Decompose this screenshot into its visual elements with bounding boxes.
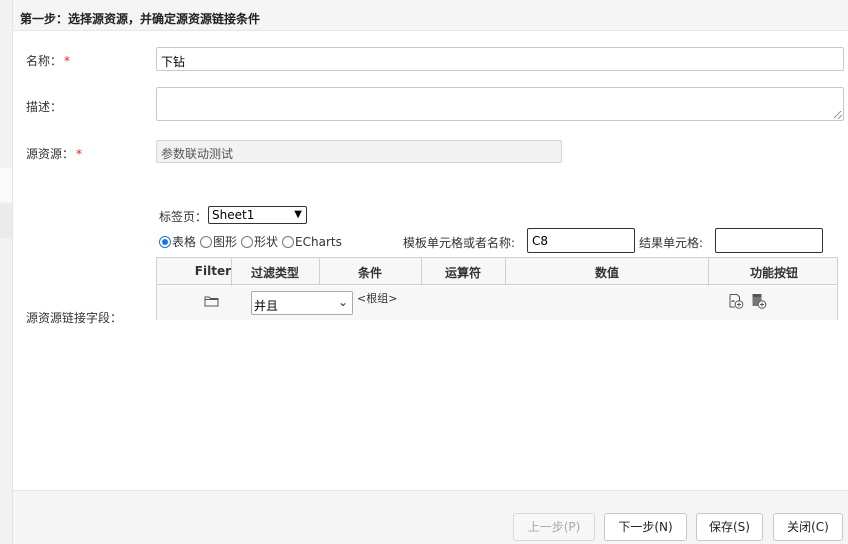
add-condition-icon[interactable]	[728, 293, 744, 312]
required-mark: *	[64, 54, 71, 68]
close-button[interactable]: 关闭(C)	[773, 513, 843, 541]
radio-unchecked-icon[interactable]	[282, 235, 295, 248]
sheet-select[interactable]: Sheet1 ▼	[208, 206, 307, 224]
left-panel-strip	[0, 0, 13, 544]
prev-step-button[interactable]: 上一步(P)	[513, 513, 595, 541]
result-cell-input[interactable]	[715, 228, 823, 253]
left-panel-item-active[interactable]	[0, 204, 12, 238]
source-label: 源资源： *	[26, 147, 83, 161]
description-label: 描述：	[26, 100, 63, 114]
column-header-filter-type: 过滤类型	[250, 266, 299, 280]
next-step-button[interactable]: 下一步(N)	[604, 513, 687, 541]
link-fields-label: 源资源链接字段：	[26, 311, 123, 325]
grid-header-row: Filter 过滤类型 条件 运算符 数值 功能按钮	[157, 258, 837, 285]
column-header-operator: 运算符	[444, 266, 481, 280]
template-cell-input[interactable]: C8	[527, 228, 635, 253]
logic-select[interactable]: 并且 ⌄	[251, 291, 353, 315]
radio-echarts[interactable]: ECharts	[282, 235, 342, 249]
filter-grid: Filter 过滤类型 条件 运算符 数值 功能按钮 并且 ⌄ <根组>	[156, 257, 838, 320]
wizard-header: 第一步：选择源资源，并确定源资源链接条件	[13, 0, 848, 31]
name-input[interactable]: 下钻	[156, 47, 844, 71]
name-label: 名称： *	[26, 54, 71, 68]
radio-shape[interactable]: 形状	[241, 233, 278, 250]
left-panel-item[interactable]	[0, 168, 12, 202]
radio-unchecked-icon[interactable]	[241, 235, 254, 248]
template-cell-label: 模板单元格或者名称:	[403, 236, 516, 250]
sheet-label: 标签页：	[159, 210, 208, 224]
save-button[interactable]: 保存(S)	[696, 513, 763, 541]
resize-grip-icon[interactable]	[834, 111, 842, 119]
add-group-icon[interactable]	[751, 293, 767, 312]
chevron-down-icon: ⌄	[337, 295, 348, 309]
description-textarea[interactable]	[156, 87, 844, 121]
column-header-filter: Filter	[194, 264, 231, 278]
wizard-footer: 上一步(P) 下一步(N) 保存(S) 关闭(C)	[13, 490, 848, 544]
result-cell-label: 结果单元格:	[639, 236, 704, 250]
step-title: 第一步：选择源资源，并确定源资源链接条件	[20, 12, 261, 26]
radio-unchecked-icon[interactable]	[200, 235, 213, 248]
resource-type-radio-group: 表格 图形 形状 ECharts	[159, 233, 346, 250]
source-readonly-field: 参数联动测试	[156, 140, 562, 163]
column-header-condition: 条件	[357, 266, 382, 280]
radio-chart[interactable]: 图形	[200, 233, 237, 250]
column-header-value: 数值	[594, 266, 619, 280]
column-header-actions: 功能按钮	[749, 266, 798, 280]
radio-table[interactable]: 表格	[159, 233, 196, 250]
root-group-label: <根组>	[357, 292, 398, 305]
grid-row-root: 并且 ⌄ <根组>	[157, 286, 837, 320]
chevron-down-icon: ▼	[294, 209, 302, 220]
radio-checked-icon[interactable]	[159, 235, 171, 248]
required-mark: *	[76, 147, 83, 161]
folder-icon[interactable]	[204, 295, 219, 310]
